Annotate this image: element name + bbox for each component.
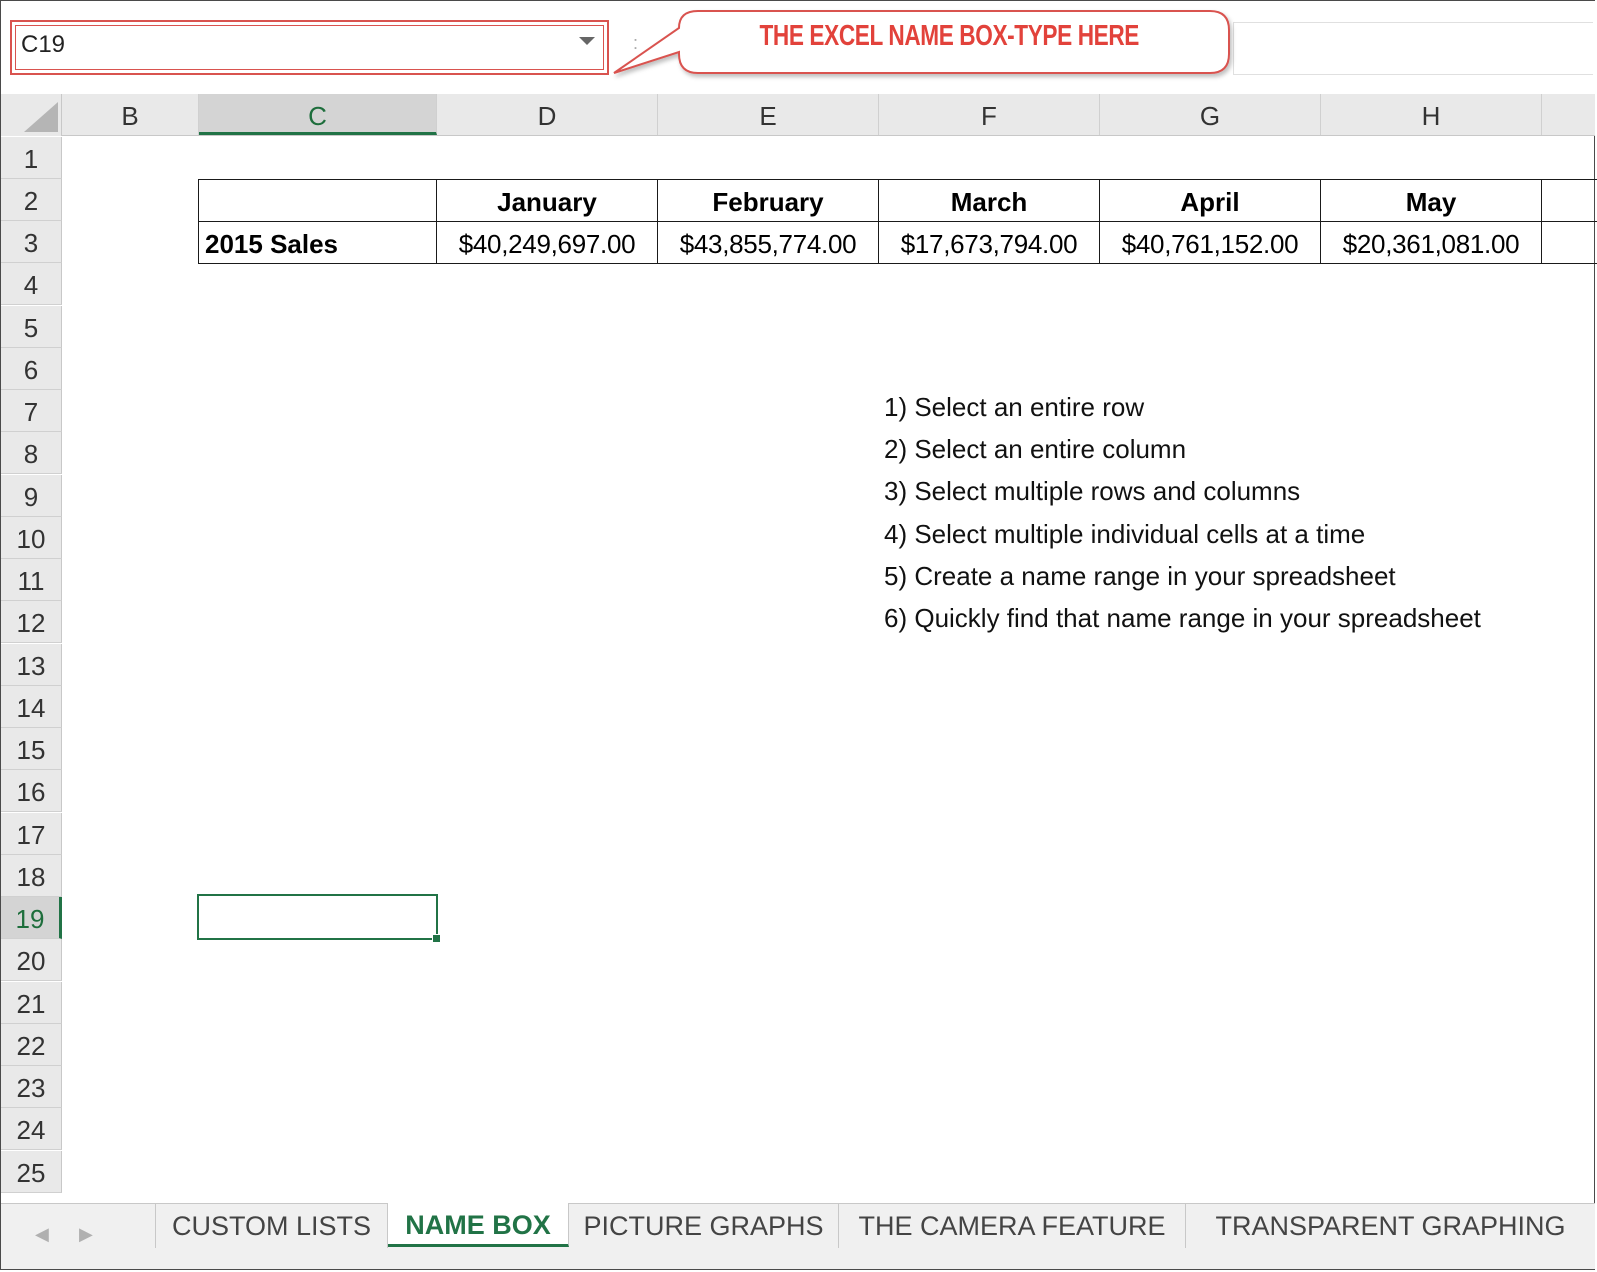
row-header[interactable]: 14 — [1, 686, 62, 728]
row-header[interactable]: 18 — [1, 855, 62, 897]
column-header-b[interactable]: B — [62, 94, 199, 135]
table-cell-overflow[interactable] — [1541, 221, 1597, 264]
step-item[interactable]: 1) Select an entire row — [884, 392, 1144, 434]
row-header[interactable]: 10 — [1, 517, 62, 559]
step-item[interactable]: 5) Create a name range in your spreadshe… — [884, 561, 1396, 603]
row-header[interactable]: 12 — [1, 601, 62, 643]
table-corner-cell[interactable] — [198, 179, 437, 222]
row-header[interactable]: 25 — [1, 1151, 62, 1193]
sheet-tab-bar: ◀ ▶ CUSTOM LISTS NAME BOX PICTURE GRAPHS… — [1, 1203, 1595, 1269]
sales-value-march[interactable]: $17,673,794.00 — [878, 221, 1100, 264]
row-header[interactable]: 22 — [1, 1024, 62, 1066]
formula-input[interactable] — [1233, 22, 1593, 75]
sales-value-january[interactable]: $40,249,697.00 — [436, 221, 658, 264]
row-header[interactable]: 8 — [1, 432, 62, 474]
chevron-left-icon[interactable]: ◀ — [35, 1224, 49, 1245]
month-header-march[interactable]: March — [878, 179, 1100, 222]
callout-text: THE EXCEL NAME BOX-TYPE HERE — [759, 20, 1140, 52]
row-header-active[interactable]: 19 — [1, 897, 62, 939]
chevron-down-icon[interactable] — [579, 37, 595, 45]
select-all-corner[interactable] — [1, 94, 62, 136]
month-header-may[interactable]: May — [1320, 179, 1542, 222]
select-all-icon — [24, 102, 58, 132]
tab-custom-lists[interactable]: CUSTOM LISTS — [156, 1204, 388, 1248]
table-cell-overflow[interactable] — [1541, 179, 1597, 222]
sales-value-may[interactable]: $20,361,081.00 — [1320, 221, 1542, 264]
row-header[interactable]: 20 — [1, 939, 62, 981]
row-label-2015-sales[interactable]: 2015 Sales — [198, 221, 437, 264]
chevron-right-icon[interactable]: ▶ — [79, 1224, 93, 1245]
step-item[interactable]: 6) Quickly find that name range in your … — [884, 603, 1481, 645]
month-header-april[interactable]: April — [1099, 179, 1321, 222]
row-header[interactable]: 9 — [1, 475, 62, 517]
row-header[interactable]: 2 — [1, 179, 62, 221]
column-header-f[interactable]: F — [879, 94, 1100, 135]
row-header[interactable]: 21 — [1, 982, 62, 1024]
month-header-january[interactable]: January — [436, 179, 658, 222]
column-header-e[interactable]: E — [658, 94, 879, 135]
step-item[interactable]: 3) Select multiple rows and columns — [884, 476, 1300, 518]
row-header[interactable]: 16 — [1, 770, 62, 812]
month-header-february[interactable]: February — [657, 179, 879, 222]
row-header[interactable]: 17 — [1, 813, 62, 855]
selected-cell-c19[interactable] — [197, 894, 438, 940]
row-header[interactable]: 5 — [1, 306, 62, 348]
step-item[interactable]: 2) Select an entire column — [884, 434, 1186, 476]
name-box-value: C19 — [21, 31, 66, 58]
column-header-c[interactable]: C — [199, 94, 437, 135]
row-header[interactable]: 23 — [1, 1066, 62, 1108]
column-headers: B C D E F G H — [1, 94, 1595, 136]
tab-name-box[interactable]: NAME BOX — [388, 1203, 569, 1247]
column-header-d[interactable]: D — [437, 94, 658, 135]
row-header[interactable]: 3 — [1, 221, 62, 263]
fill-handle[interactable] — [432, 934, 441, 943]
tab-transparent-graphing[interactable]: TRANSPARENT GRAPHING — [1186, 1204, 1595, 1248]
row-header[interactable]: 6 — [1, 348, 62, 390]
row-header[interactable]: 11 — [1, 559, 62, 601]
sales-value-april[interactable]: $40,761,152.00 — [1099, 221, 1321, 264]
sales-value-february[interactable]: $43,855,774.00 — [657, 221, 879, 264]
step-item[interactable]: 4) Select multiple individual cells at a… — [884, 519, 1365, 561]
tab-the-camera-feature[interactable]: THE CAMERA FEATURE — [839, 1204, 1186, 1248]
row-header[interactable]: 13 — [1, 644, 62, 686]
name-box[interactable]: C19 — [10, 20, 609, 75]
row-header[interactable]: 4 — [1, 263, 62, 305]
row-header[interactable]: 15 — [1, 728, 62, 770]
column-header-h[interactable]: H — [1321, 94, 1542, 135]
tab-picture-graphs[interactable]: PICTURE GRAPHS — [569, 1204, 839, 1248]
row-header[interactable]: 1 — [1, 137, 62, 179]
row-header[interactable]: 7 — [1, 390, 62, 432]
name-box-highlight — [15, 25, 604, 70]
column-header-g[interactable]: G — [1100, 94, 1321, 135]
row-header[interactable]: 24 — [1, 1108, 62, 1150]
